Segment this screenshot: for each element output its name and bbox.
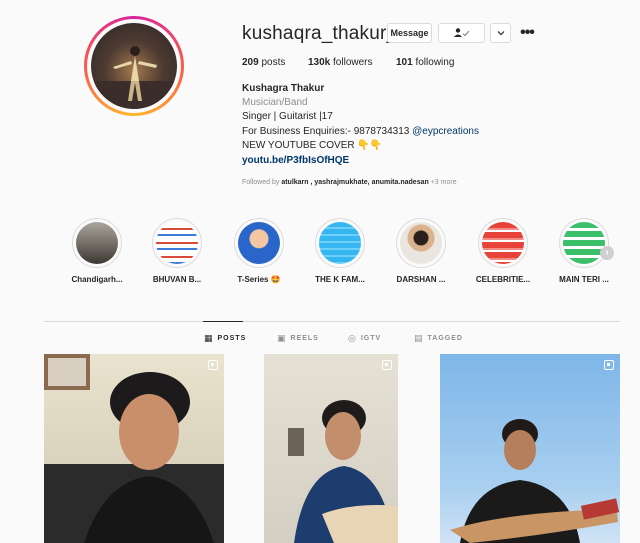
tab-posts-label: POSTS [217, 335, 247, 342]
bio-website-link[interactable]: youtu.be/P3fbIsOfHQE [242, 154, 349, 168]
bio-line-2: For Business Enquiries:- 9878734313 @eyp… [242, 125, 479, 139]
highlight-ring [234, 218, 284, 268]
message-button[interactable]: Message [387, 23, 432, 43]
tagged-icon: ▤ [414, 333, 424, 343]
tab-posts[interactable]: ▦ POSTS [204, 333, 246, 344]
highlight-cover [400, 222, 442, 264]
bio-line-3: NEW YOUTUBE COVER 👇👇 [242, 139, 382, 153]
highlights-next-button[interactable]: › [600, 246, 614, 260]
highlight-label: T-Series 🤩 [237, 275, 281, 284]
avatar-figure-image [91, 46, 177, 109]
followed-by[interactable]: Followed by atulkarn , yashrajmukhate, a… [242, 179, 457, 186]
highlight-ring [559, 218, 609, 268]
avatar-border [87, 19, 181, 113]
reel-badge-icon [382, 360, 392, 370]
highlight-label: DARSHAN ... [396, 275, 446, 284]
highlight-item[interactable]: THE K FAM... [309, 218, 371, 284]
followed-by-suffix: +3 more [430, 179, 457, 186]
highlight-cover [76, 222, 118, 264]
following-button[interactable] [438, 23, 485, 43]
tab-tagged-label: TAGGED [427, 335, 463, 342]
highlight-item[interactable]: BHUVAN B... [146, 218, 208, 284]
highlight-ring [315, 218, 365, 268]
posts-count: 209 [242, 57, 259, 68]
following-count: 101 [396, 57, 413, 68]
bio-mention-link[interactable]: @eypcreations [412, 126, 479, 137]
posts-label: posts [261, 57, 286, 68]
tab-igtv[interactable]: ◎ IGTV [348, 333, 381, 344]
chevron-down-icon [497, 31, 504, 36]
profile-category: Musician/Band [242, 97, 308, 108]
highlight-cover [238, 222, 280, 264]
post-thumbnail[interactable] [44, 354, 224, 543]
profile-username: kushaqra_thakur__ [242, 23, 409, 44]
highlight-cover [319, 222, 361, 264]
highlight-item[interactable]: DARSHAN ... [390, 218, 452, 284]
person-check-icon [453, 28, 469, 37]
following-stat[interactable]: 101 following [396, 57, 454, 68]
highlight-label: Chandigarh... [71, 275, 123, 284]
highlight-label: THE K FAM... [315, 275, 365, 284]
highlight-item[interactable]: CELEBRITIE... [472, 218, 534, 284]
highlight-cover [156, 222, 198, 264]
highlight-cover [482, 222, 524, 264]
reels-icon: ▣ [277, 333, 287, 343]
highlight-item[interactable]: Chandigarh... [66, 218, 128, 284]
followers-stat[interactable]: 130k followers [308, 57, 373, 68]
post-image [44, 354, 224, 543]
active-tab-indicator [203, 321, 243, 322]
post-image [450, 419, 620, 543]
post-thumbnail[interactable] [440, 354, 620, 543]
igtv-icon: ◎ [348, 333, 357, 343]
reel-badge-icon [208, 360, 218, 370]
highlight-label: MAIN TERI ... [559, 275, 609, 284]
avatar-photo [91, 23, 177, 109]
followers-count: 130k [308, 57, 331, 68]
bio-business-text: For Business Enquiries:- 9878734313 [242, 126, 410, 137]
highlight-label: CELEBRITIE... [475, 275, 531, 284]
post-thumbnail[interactable] [264, 354, 398, 543]
highlight-ring [152, 218, 202, 268]
tab-reels-label: REELS [290, 335, 319, 342]
posts-stat: 209 posts [242, 57, 285, 68]
highlight-ring [396, 218, 446, 268]
bio-emoji: 👇👇 [357, 140, 383, 151]
tabs-divider [44, 321, 620, 322]
post-image [288, 400, 398, 543]
tab-tagged[interactable]: ▤ TAGGED [414, 333, 463, 344]
more-horizontal-icon: ••• [520, 24, 535, 41]
grid-icon: ▦ [204, 333, 214, 343]
reel-badge-icon [604, 360, 614, 370]
bio-cover-text: NEW YOUTUBE COVER [242, 140, 355, 151]
bio-line-1: Singer | Guitarist |17 [242, 111, 333, 122]
highlight-label: BHUVAN B... [152, 275, 202, 284]
tab-igtv-label: IGTV [360, 335, 382, 342]
suggested-dropdown-button[interactable] [490, 23, 511, 43]
chevron-right-icon: › [605, 247, 609, 258]
more-options-button[interactable]: ••• [518, 23, 536, 43]
highlight-cover [563, 222, 605, 264]
profile-avatar[interactable] [84, 16, 184, 116]
following-label: following [415, 57, 455, 68]
tab-reels[interactable]: ▣ REELS [277, 333, 319, 344]
followers-label: followers [333, 57, 373, 68]
highlight-ring [72, 218, 122, 268]
followed-by-prefix: Followed by [242, 179, 280, 186]
highlight-ring [478, 218, 528, 268]
profile-full-name: Kushagra Thakur [242, 83, 325, 94]
highlight-item[interactable]: T-Series 🤩 [228, 218, 290, 284]
followed-by-names: atulkarn , yashrajmukhate, anumita.nades… [281, 179, 429, 186]
